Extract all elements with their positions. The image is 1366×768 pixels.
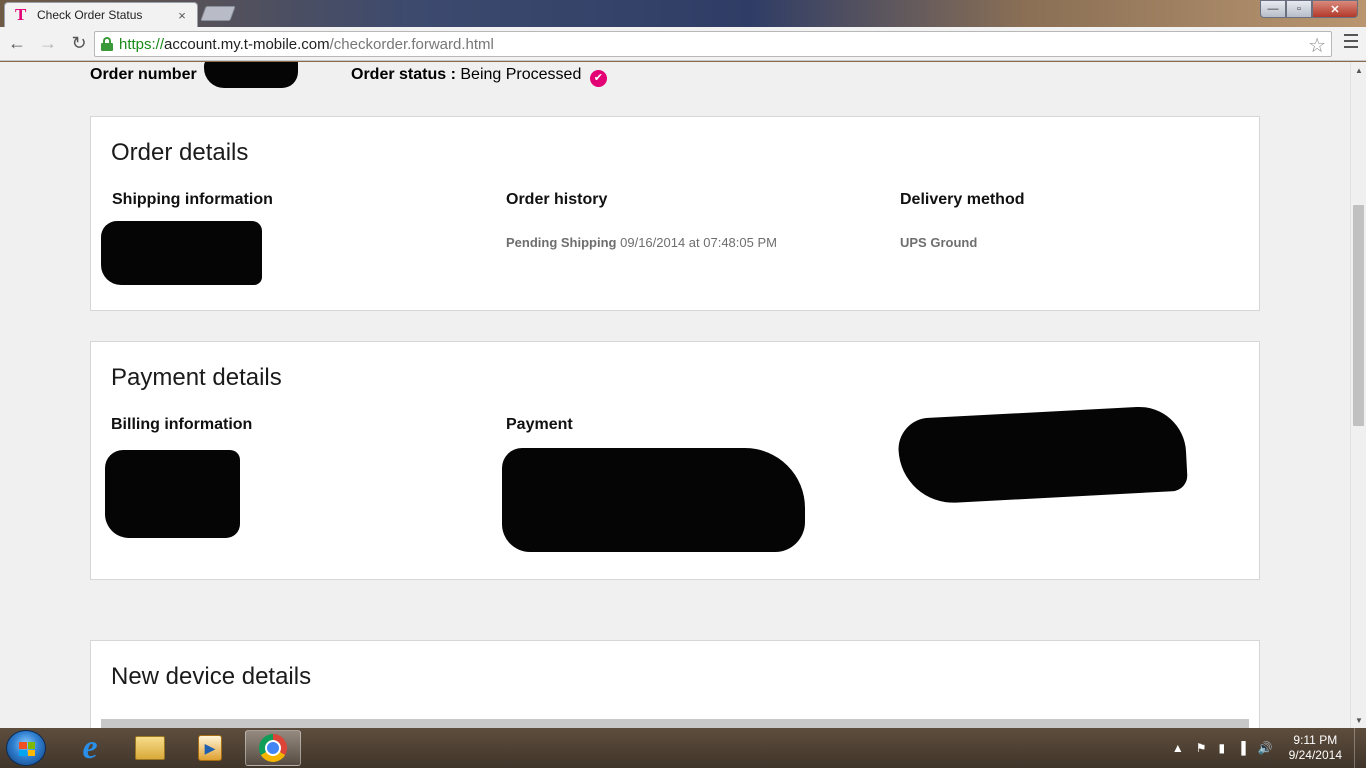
- secure-lock-icon: [101, 37, 113, 51]
- tab-check-order-status[interactable]: T Check Order Status ×: [4, 2, 198, 27]
- close-tab-icon[interactable]: ×: [175, 8, 189, 23]
- order-history-timestamp: 09/16/2014 at 07:48:05 PM: [620, 235, 777, 250]
- file-explorer-icon[interactable]: [122, 730, 178, 766]
- browser-toolbar: ← → ↻ https://account.my.t-mobile.com/ch…: [0, 27, 1366, 61]
- url-path: /checkorder.forward.html: [329, 35, 494, 53]
- reload-icon[interactable]: ↻: [65, 30, 93, 58]
- redacted-payment-info: [502, 448, 805, 552]
- order-status: Order status : Being Processed ✔: [351, 66, 607, 87]
- clock-date: 9/24/2014: [1288, 748, 1342, 762]
- taskbar-clock[interactable]: 9:11 PM 9/24/2014: [1289, 733, 1342, 763]
- chrome-taskbar-icon[interactable]: [245, 730, 301, 766]
- new-tab-button[interactable]: [200, 6, 236, 21]
- order-history-entry: Pending Shipping 09/16/2014 at 07:48:05 …: [506, 235, 777, 250]
- url-text: https://account.my.t-mobile.com/checkord…: [119, 36, 494, 53]
- shipping-info-heading: Shipping information: [112, 191, 273, 208]
- show-desktop-button[interactable]: [1354, 728, 1366, 768]
- scroll-thumb[interactable]: [1353, 205, 1364, 426]
- redacted-shipping-address: [101, 221, 262, 285]
- order-number-label: Order number: [90, 66, 197, 83]
- new-device-card: New device details: [90, 640, 1260, 728]
- tab-strip: T Check Order Status × — ▫ ✕: [0, 0, 1366, 27]
- scroll-up-icon[interactable]: ▲: [1355, 66, 1363, 75]
- device-table-header: [101, 719, 1249, 728]
- order-history-status: Pending Shipping: [506, 235, 617, 250]
- delivery-method-heading: Delivery method: [900, 191, 1025, 208]
- clock-time: 9:11 PM: [1293, 733, 1338, 747]
- chrome-menu-icon[interactable]: [1344, 34, 1358, 48]
- redacted-order-number: [204, 62, 298, 88]
- redacted-billing-address: [105, 450, 240, 538]
- order-status-label: Order status :: [351, 66, 456, 83]
- show-hidden-icons-icon[interactable]: ▲: [1172, 741, 1184, 755]
- t-mobile-favicon-icon: T: [15, 5, 27, 24]
- delivery-method-value: UPS Ground: [900, 235, 978, 250]
- order-details-card: Order details Shipping information Order…: [90, 116, 1260, 311]
- windows-logo-icon: [19, 742, 35, 756]
- network-signal-icon[interactable]: ▐: [1237, 741, 1246, 755]
- page-scrollbar[interactable]: ▲ ▼: [1350, 62, 1366, 728]
- payment-heading: Payment: [506, 416, 573, 433]
- scroll-down-icon[interactable]: ▼: [1355, 716, 1363, 725]
- order-history-heading: Order history: [506, 191, 608, 208]
- order-status-value: Being Processed: [460, 66, 582, 83]
- bookmark-star-icon[interactable]: ☆: [1308, 33, 1326, 58]
- close-window-button[interactable]: ✕: [1312, 0, 1358, 18]
- media-player-icon[interactable]: ▶: [182, 730, 238, 766]
- url-host: account.my.t-mobile.com: [164, 35, 330, 53]
- internet-explorer-icon[interactable]: e: [62, 729, 118, 766]
- forward-arrow-icon[interactable]: →: [34, 30, 62, 58]
- url-scheme: https://: [119, 35, 165, 53]
- billing-info-heading: Billing information: [111, 416, 253, 433]
- page-viewport: Order number Order status : Being Proces…: [0, 62, 1350, 728]
- volume-icon[interactable]: 🔊: [1258, 741, 1273, 755]
- redacted-payment-extra: [896, 404, 1189, 506]
- tab-title: Check Order Status: [37, 8, 143, 22]
- check-circle-icon: ✔: [589, 70, 607, 87]
- new-device-title: New device details: [111, 663, 312, 690]
- minimize-button[interactable]: —: [1260, 0, 1286, 18]
- payment-details-card: Payment details Billing information Paym…: [90, 341, 1260, 580]
- payment-details-title: Payment details: [111, 364, 282, 391]
- battery-icon[interactable]: ▮: [1219, 741, 1226, 755]
- system-tray: ▲ ⚑ ▮ ▐ 🔊 9:11 PM 9/24/2014: [1166, 728, 1366, 768]
- start-button[interactable]: [6, 730, 46, 766]
- maximize-button[interactable]: ▫: [1286, 0, 1312, 18]
- windows-taskbar: e ▶ ▲ ⚑ ▮ ▐ 🔊 9:11 PM 9/24/2014: [0, 728, 1366, 768]
- action-center-flag-icon[interactable]: ⚑: [1196, 741, 1207, 755]
- order-details-title: Order details: [111, 139, 249, 166]
- window-controls: — ▫ ✕: [1260, 0, 1358, 18]
- address-bar[interactable]: https://account.my.t-mobile.com/checkord…: [94, 31, 1332, 57]
- back-arrow-icon[interactable]: ←: [3, 30, 31, 58]
